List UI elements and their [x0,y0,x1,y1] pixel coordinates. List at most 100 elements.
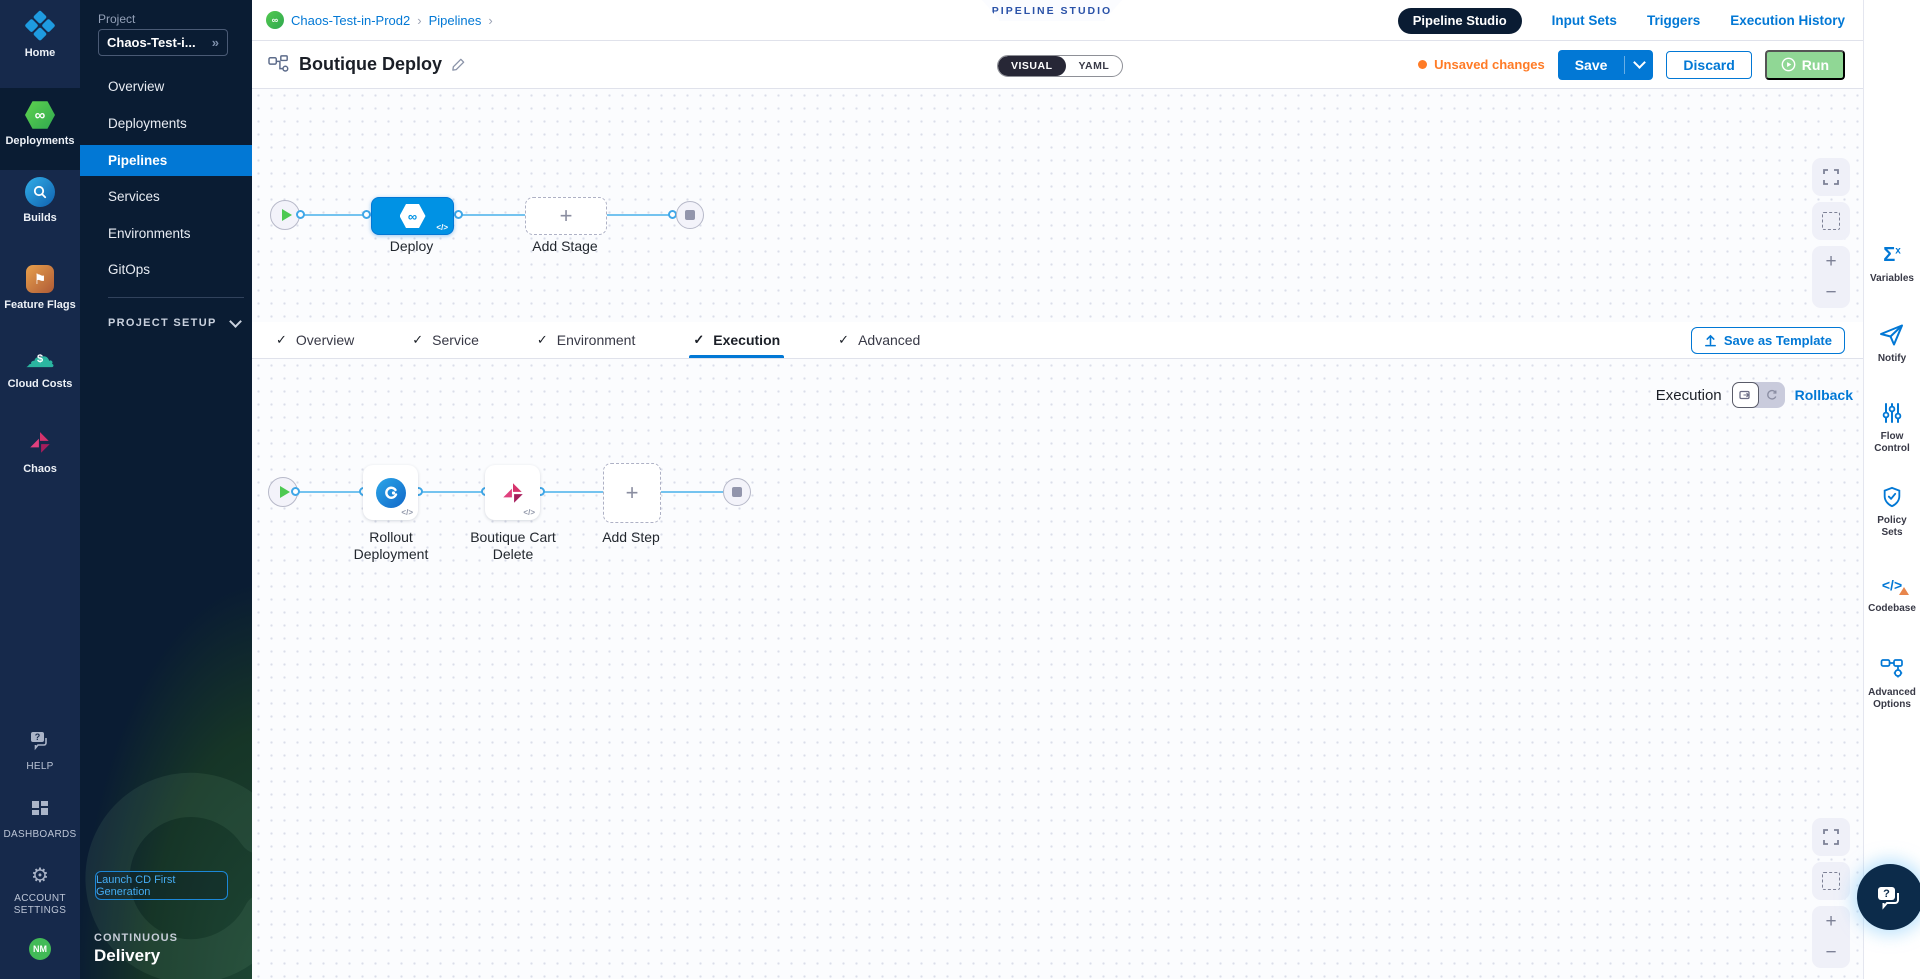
add-step-button[interactable]: + [603,463,661,523]
step-node-rollout-deployment[interactable]: </> [363,465,418,520]
chaos-icon [25,428,55,458]
studio-top-nav: Pipeline Studio Input Sets Triggers Exec… [1398,0,1845,41]
sidebar-item-environments[interactable]: Environments [80,218,252,249]
tab-advanced[interactable]: ✓ Advanced [834,322,924,358]
feature-flags-icon: ⚑ [25,264,55,294]
zoom-in-button[interactable]: + [1825,914,1836,930]
step-node-boutique-cart-delete[interactable]: </> [485,465,540,520]
tab-environment[interactable]: ✓ Environment [533,322,640,358]
add-step-label: Add Step [586,529,676,546]
top-header: ∞ Chaos-Test-in-Prod2 › Pipelines › PIPE… [252,0,1863,41]
run-play-icon [1781,57,1796,72]
rail-item-codebase[interactable]: </> Codebase [1864,570,1920,615]
advanced-options-icon [1864,654,1920,684]
zoom-in-button[interactable]: + [1825,254,1836,270]
execution-rollback-toggle [1732,382,1785,408]
tab-execution[interactable]: ✓ Execution [689,322,784,358]
stage-label: Deploy [371,238,452,255]
discard-button[interactable]: Discard [1666,51,1751,79]
cd-module-icon: ∞ [266,11,284,29]
connector-dot [291,487,300,496]
code-badge: </> [523,508,535,517]
breadcrumb-pipelines-link[interactable]: Pipelines [429,13,482,28]
rail-item-notify[interactable]: Notify [1864,320,1920,365]
fit-view-icon [1822,212,1840,230]
connector-dot [454,210,463,219]
rail-item-flow-control[interactable]: Flow Control [1864,398,1920,455]
edit-icon[interactable] [451,57,466,72]
toggle-yaml[interactable]: YAML [1066,56,1123,76]
fit-view-icon [1822,872,1840,890]
toggle-visual[interactable]: VISUAL [998,56,1066,76]
sidebar-item-account-settings[interactable]: ⚙ ACCOUNT SETTINGS [0,860,80,917]
save-options-dropdown[interactable] [1625,50,1653,80]
rail-item-variables[interactable]: Σx Variables [1864,240,1920,285]
save-button[interactable]: Save [1558,57,1625,73]
unsaved-changes-badge: Unsaved changes [1418,57,1545,72]
sidebar-item-deployments-sub[interactable]: Deployments [80,108,252,139]
sidebar-item-cloud-costs[interactable]: ☁$ Cloud Costs [0,343,80,390]
rollback-view-button[interactable] [1759,389,1785,401]
project-selector[interactable]: Chaos-Test-i... » [98,29,228,56]
launch-cd-first-gen-button[interactable]: Launch CD First Generation [95,871,228,900]
project-setup-toggle[interactable]: PROJECT SETUP [108,317,240,329]
cd-stage-icon: ∞ [400,203,426,229]
fit-to-view-button[interactable] [1812,862,1850,900]
notify-icon [1864,320,1920,350]
rail-item-advanced-options[interactable]: Advanced Options [1864,654,1920,711]
visual-yaml-toggle: VISUAL YAML [997,55,1123,77]
sidebar-item-feature-flags[interactable]: ⚑ Feature Flags [0,264,80,311]
chat-bubbles-icon: ? [1874,883,1906,911]
fullscreen-button[interactable] [1812,818,1850,856]
tab-overview[interactable]: ✓ Overview [272,322,358,358]
tab-input-sets[interactable]: Input Sets [1552,13,1617,28]
check-icon: ✓ [412,332,423,348]
execution-view-button[interactable] [1732,382,1759,408]
tab-execution-history[interactable]: Execution History [1730,13,1845,28]
user-avatar[interactable]: NM [0,938,80,960]
help-icon: ? [25,726,55,756]
zoom-out-button[interactable]: − [1825,285,1836,301]
sidebar-item-gitops[interactable]: GitOps [80,254,252,285]
unsaved-dot-icon [1418,60,1427,69]
tab-pipeline-studio[interactable]: Pipeline Studio [1398,8,1522,34]
sidebar-item-builds[interactable]: Builds [0,177,80,224]
code-badge: </> [436,223,448,232]
sidebar-item-dashboards[interactable]: DASHBOARDS [0,794,80,841]
codebase-icon: </> [1864,570,1920,600]
cloud-costs-icon: ☁$ [25,343,55,373]
zoom-out-button[interactable]: − [1825,945,1836,961]
deployments-icon: ∞ [25,100,55,130]
add-stage-button[interactable]: + [525,197,607,235]
stop-icon [732,487,742,497]
sidebar-item-home[interactable]: Home [0,12,80,59]
tab-triggers[interactable]: Triggers [1647,13,1700,28]
sidebar-item-services[interactable]: Services [80,181,252,212]
fit-to-view-button[interactable] [1812,202,1850,240]
chevron-right-icon: › [417,13,421,28]
pipeline-icon [268,55,290,75]
sidebar-item-help[interactable]: ? HELP [0,726,80,773]
check-icon: ✓ [838,332,849,348]
rollback-link[interactable]: Rollback [1795,387,1853,403]
fullscreen-button[interactable] [1812,158,1850,196]
tab-service[interactable]: ✓ Service [408,322,483,358]
run-button[interactable]: Run [1765,50,1845,80]
sidebar-item-overview[interactable]: Overview [80,71,252,102]
pipeline-studio-ribbon: PIPELINE STUDIO [982,0,1122,21]
stage-connector-line [285,214,690,216]
sidebar-item-pipelines[interactable]: Pipelines [80,145,252,176]
stop-icon [685,210,695,220]
rail-item-policy-sets[interactable]: Policy Sets [1864,482,1920,539]
execution-mode-row: Execution Rollback [1656,382,1853,408]
help-chat-widget[interactable]: ? [1857,864,1920,930]
sidebar-item-deployments[interactable]: ∞ Deployments [0,100,80,147]
sidebar-item-chaos[interactable]: Chaos [0,428,80,475]
breadcrumb-project-link[interactable]: Chaos-Test-in-Prod2 [291,13,410,28]
save-as-template-button[interactable]: Save as Template [1691,327,1845,354]
svg-text:?: ? [1883,888,1890,900]
module-footer-line2: Delivery [94,946,160,966]
stage-canvas[interactable]: ∞ </> Deploy + Add Stage + − [252,89,1863,322]
stage-node-deploy[interactable]: ∞ </> [371,197,454,235]
execution-canvas[interactable]: Execution Rollback </> [252,359,1863,979]
